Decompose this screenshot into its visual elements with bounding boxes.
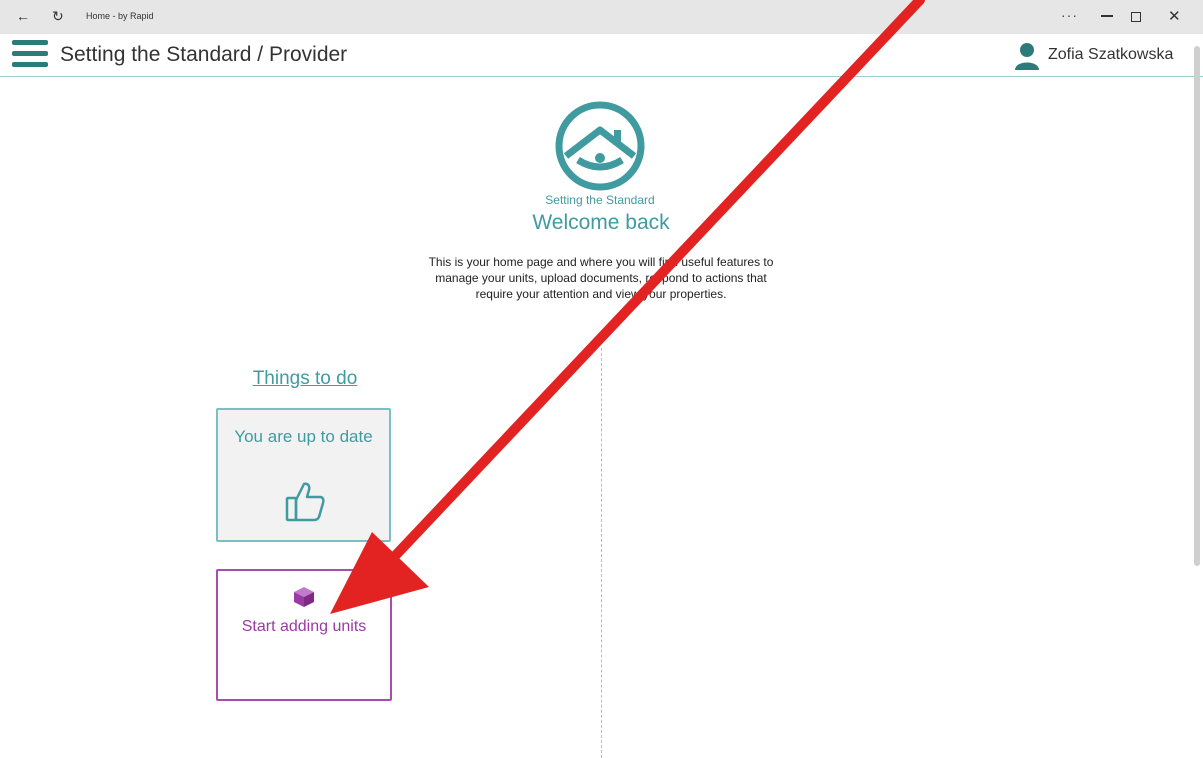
close-icon[interactable]: ✕ — [1168, 7, 1181, 25]
cube-icon — [294, 587, 314, 607]
user-name[interactable]: Zofia Szatkowska — [1048, 46, 1173, 64]
up-to-date-text: You are up to date — [234, 427, 373, 446]
refresh-icon[interactable]: ↻ — [52, 8, 64, 25]
welcome-heading: Welcome back — [532, 211, 670, 234]
scrollbar[interactable] — [1194, 46, 1200, 566]
maximize-icon[interactable] — [1131, 12, 1141, 22]
house-logo-icon — [555, 101, 645, 191]
user-icon[interactable] — [1014, 42, 1040, 70]
things-to-do-heading[interactable]: Things to do — [200, 368, 410, 390]
back-arrow-icon[interactable]: ← — [16, 8, 30, 24]
start-adding-units-card[interactable]: Start adding units — [216, 569, 392, 701]
logo-text: Setting the Standard — [545, 193, 655, 207]
start-adding-units-label[interactable]: Start adding units — [218, 618, 390, 636]
up-to-date-card: You are up to date — [216, 408, 391, 542]
window-title: Home - by Rapid — [86, 11, 154, 21]
app-header: Setting the Standard / Provider Zofia Sz… — [0, 34, 1203, 77]
page-title: Setting the Standard / Provider — [60, 43, 348, 66]
thumbs-up-icon — [285, 482, 325, 522]
column-divider — [601, 348, 602, 758]
more-icon[interactable]: ··· — [1061, 7, 1078, 23]
window-titlebar: ← ↻ Home - by Rapid ··· ✕ — [0, 0, 1203, 34]
intro-text: This is your home page and where you wil… — [428, 255, 774, 301]
hamburger-menu-icon[interactable] — [12, 40, 48, 70]
minimize-icon[interactable] — [1101, 15, 1113, 17]
